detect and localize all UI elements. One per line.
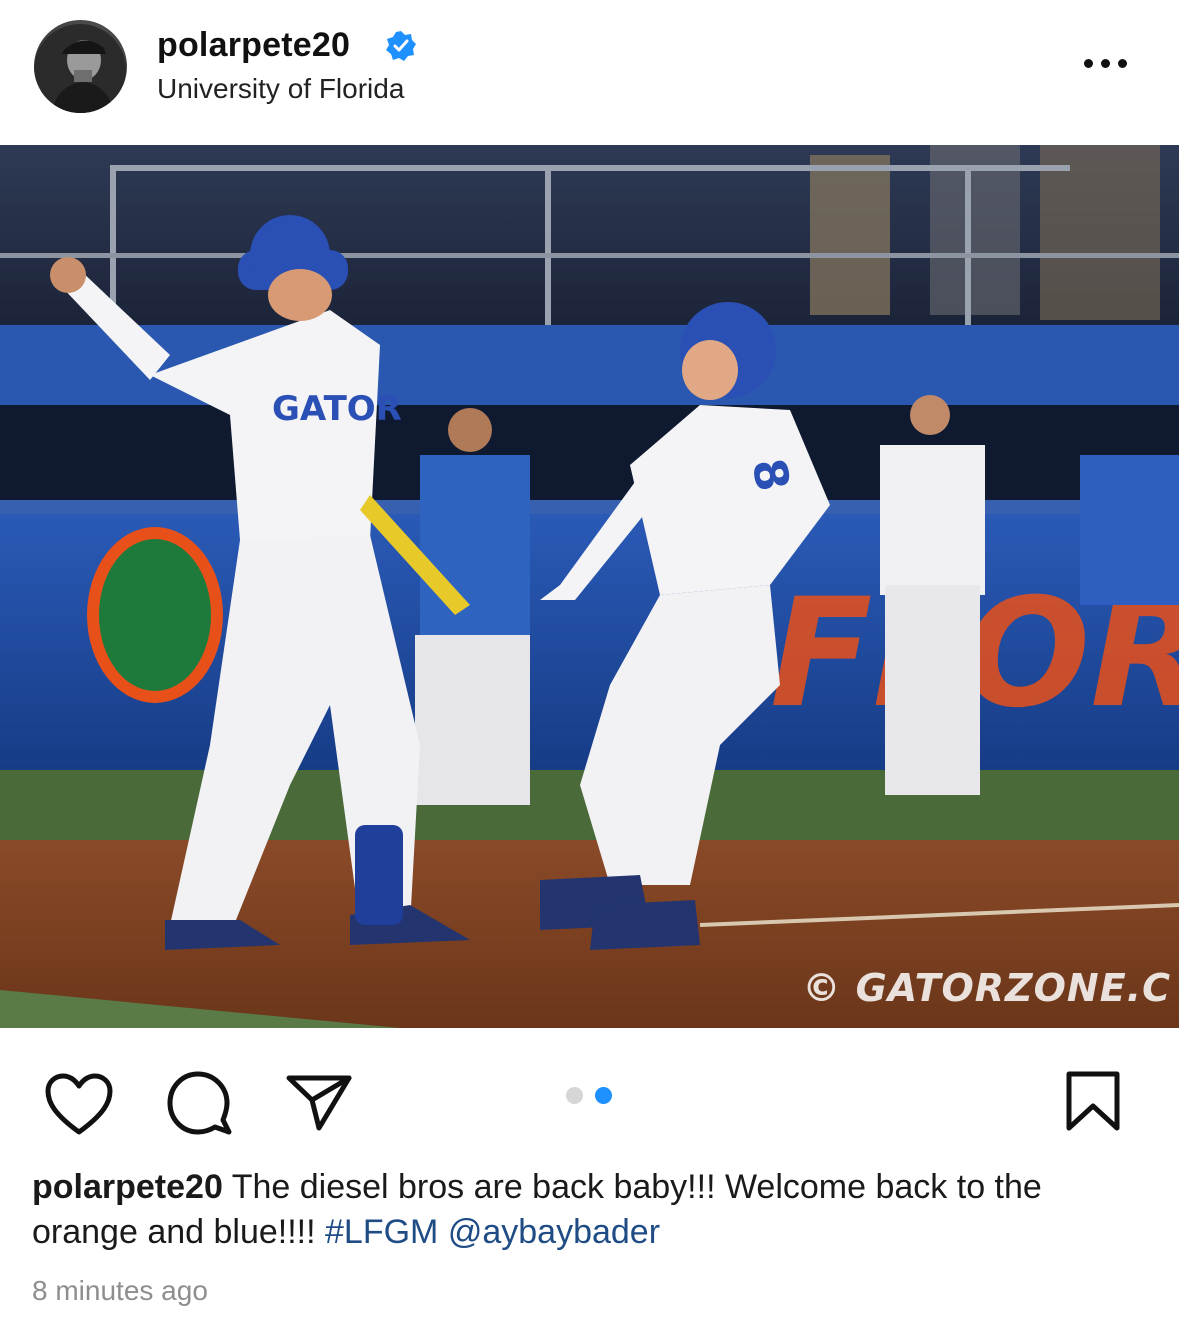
avatar[interactable] [34, 20, 127, 113]
bookmark-icon[interactable] [1065, 1070, 1121, 1132]
comment-icon[interactable] [165, 1070, 233, 1136]
svg-text:GATOR: GATOR [272, 389, 402, 429]
hashtag-link[interactable]: #LFGM [325, 1213, 438, 1251]
photo-watermark: © GATORZONE.C [802, 966, 1171, 1010]
action-bar [0, 1028, 1179, 1168]
username[interactable]: polarpete20 [157, 26, 350, 65]
post-header: polarpete20 University of Florida [0, 0, 1179, 145]
post-photo[interactable]: FLORIDA GATOR [0, 145, 1179, 1028]
carousel-indicator [566, 1087, 612, 1104]
paper-plane-icon[interactable] [285, 1072, 353, 1132]
timestamp: 8 minutes ago [32, 1275, 208, 1306]
caption-username[interactable]: polarpete20 [32, 1168, 223, 1206]
mention-link[interactable]: @aybaybader [448, 1213, 660, 1251]
caption: polarpete20 The diesel bros are back bab… [32, 1165, 1152, 1255]
more-horizontal-icon[interactable] [1084, 48, 1144, 78]
heart-icon[interactable] [44, 1072, 114, 1136]
carousel-dot [566, 1087, 583, 1104]
carousel-dot-active [595, 1087, 612, 1104]
verified-badge-icon [385, 30, 417, 62]
location-link[interactable]: University of Florida [157, 73, 404, 105]
